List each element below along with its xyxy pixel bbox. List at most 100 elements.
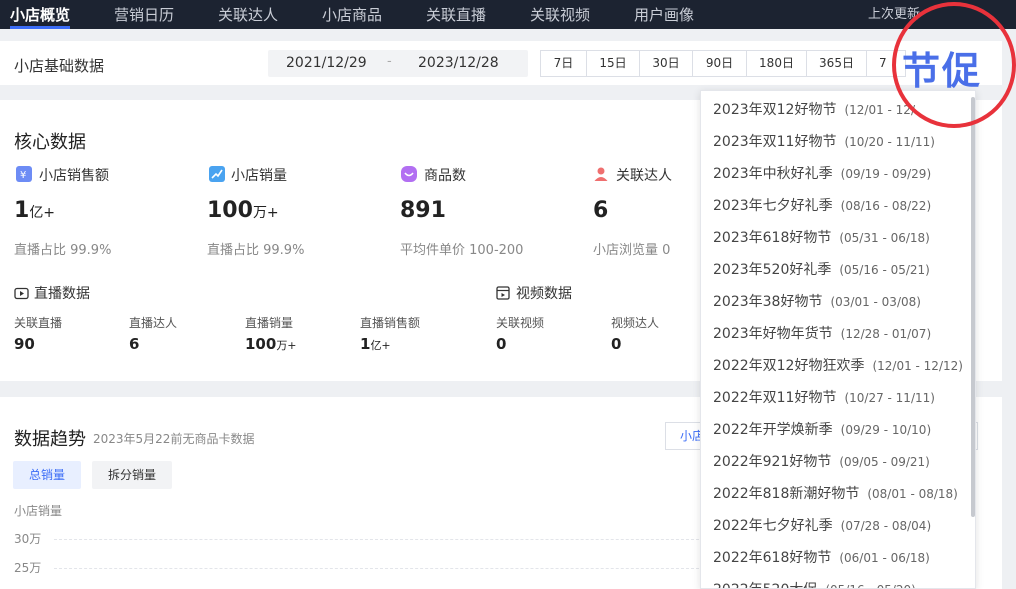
festival-name: 2023年七夕好礼季 — [713, 198, 833, 214]
sales-amount-label: 小店销售额 — [39, 168, 109, 184]
festival-dates: (09/05 - 09/21) — [839, 455, 930, 469]
festival-dates: (03/01 - 03/08) — [830, 295, 921, 309]
date-separator: - — [387, 54, 392, 69]
festival-name: 2022年双11好物节 — [713, 390, 837, 406]
festival-name: 2023年618好物节 — [713, 230, 832, 246]
festival-item[interactable]: 2022年七夕好礼季 (07/28 - 08/04) — [713, 515, 931, 539]
end-date[interactable]: 2023/12/28 — [418, 55, 499, 71]
festival-item[interactable]: 2022年818新潮好物节 (08/01 - 08/18) — [713, 483, 958, 507]
date-range-picker[interactable]: 2021/12/29 - 2023/12/28 — [268, 50, 528, 77]
product-count-label: 商品数 — [424, 168, 466, 184]
festival-name: 2022年双12好物狂欢季 — [713, 358, 865, 374]
tab-related-influencers[interactable]: 关联达人 — [218, 4, 278, 26]
top-nav: 小店概览 营销日历 关联达人 小店商品 关联直播 关联视频 用户画像 上次更新 — [0, 0, 1016, 29]
tab-related-live[interactable]: 关联直播 — [426, 4, 486, 26]
video-icon — [496, 285, 510, 300]
product-count-sub: 平均件单价 100-200 — [400, 243, 524, 258]
festival-name: 2023年中秋好礼季 — [713, 166, 833, 182]
festival-item[interactable]: 2023年双12好物节 (12/01 - 12/ — [713, 99, 915, 123]
total-volume-button[interactable]: 总销量 — [13, 461, 81, 489]
range-30d-button[interactable]: 30日 — [639, 50, 693, 77]
festival-dates: (08/01 - 08/18) — [867, 487, 958, 501]
sales-amount-value: 1亿+ — [14, 198, 56, 223]
festival-item[interactable]: 2023年38好物节 (03/01 - 03/08) — [713, 291, 921, 315]
sales-volume-sub: 直播占比 99.9% — [207, 243, 305, 258]
svg-text:¥: ¥ — [20, 170, 26, 181]
range-7d-button[interactable]: 7日 — [540, 50, 587, 77]
festival-name: 2022年开学焕新季 — [713, 422, 833, 438]
live-influencers-label: 直播达人 — [129, 316, 178, 330]
sales-volume-label: 小店销量 — [231, 168, 287, 184]
gridline — [54, 539, 704, 540]
festival-item[interactable]: 2023年520好礼季 (05/16 - 05/21) — [713, 259, 930, 283]
live-data-title: 直播数据 — [34, 286, 90, 302]
video-count-value: 0 — [496, 335, 507, 353]
festival-item[interactable]: 2023年618好物节 (05/31 - 06/18) — [713, 227, 930, 251]
video-data-title: 视频数据 — [516, 286, 572, 302]
range-90d-button[interactable]: 90日 — [692, 50, 747, 77]
tab-marketing-calendar[interactable]: 营销日历 — [114, 4, 174, 26]
festival-dates: (12/28 - 01/07) — [840, 327, 932, 341]
festival-name: 2022年七夕好礼季 — [713, 518, 833, 534]
festival-dates: (05/16 - 05/21) — [839, 263, 930, 277]
trend-title: 数据趋势 — [14, 429, 86, 450]
basic-data-bar: 小店基础数据 2021/12/29 - 2023/12/28 7日 15日 30… — [0, 41, 1002, 85]
tab-user-profile[interactable]: 用户画像 — [634, 4, 694, 26]
festival-dates: (09/29 - 10/10) — [840, 423, 932, 437]
festival-item[interactable]: 2022年921好物节 (09/05 - 09/21) — [713, 451, 930, 475]
festival-name: 2022年921好物节 — [713, 454, 832, 470]
festival-item[interactable]: 2022年618好物节 (06/01 - 06/18) — [713, 547, 930, 571]
related-influencers-value: 6 — [593, 198, 609, 223]
festival-item[interactable]: 2023年七夕好礼季 (08/16 - 08/22) — [713, 195, 931, 219]
festival-item[interactable]: 2023年中秋好礼季 (09/19 - 09/29) — [713, 163, 931, 187]
festival-item[interactable]: 2023年双11好物节 (10/20 - 11/11) — [713, 131, 935, 155]
range-365d-button[interactable]: 365日 — [806, 50, 867, 77]
festival-name: 2023年双11好物节 — [713, 134, 837, 150]
festival-item[interactable]: 2022年双12好物狂欢季 (12/01 - 12/12) — [713, 355, 963, 379]
festival-item[interactable]: 2022年开学焕新季 (09/29 - 10/10) — [713, 419, 931, 443]
festival-name: 2022年618好物节 — [713, 550, 832, 566]
y-axis-title: 小店销量 — [14, 504, 63, 518]
bag-icon — [401, 166, 417, 182]
tab-shop-products[interactable]: 小店商品 — [322, 4, 382, 26]
festival-dates: (07/28 - 08/04) — [840, 519, 932, 533]
core-data-title: 核心数据 — [14, 132, 86, 153]
festival-item[interactable]: 2022年520大促 (05/16 - 05/20) — [713, 579, 916, 588]
user-icon — [593, 166, 609, 182]
related-influencers-sub: 小店浏览量 0 — [593, 243, 671, 258]
live-volume-label: 直播销量 — [245, 316, 294, 330]
festival-name: 2023年38好物节 — [713, 294, 823, 310]
live-sales-label: 直播销售额 — [360, 316, 421, 330]
product-count-value: 891 — [400, 198, 446, 223]
video-count-label: 关联视频 — [496, 316, 545, 330]
video-influencers-label: 视频达人 — [611, 316, 660, 330]
festival-dates: (12/01 - 12/12) — [872, 359, 963, 373]
start-date[interactable]: 2021/12/29 — [286, 55, 367, 71]
range-15d-button[interactable]: 15日 — [586, 50, 640, 77]
festival-dates: (05/16 - 05/20) — [825, 583, 916, 588]
sales-amount-sub: 直播占比 99.9% — [14, 243, 112, 258]
live-sales-value: 1亿+ — [360, 335, 391, 353]
basic-data-title: 小店基础数据 — [14, 57, 105, 75]
video-camera-icon — [14, 285, 29, 300]
festival-dates: (08/16 - 08/22) — [840, 199, 932, 213]
festival-item[interactable]: 2023年好物年货节 (12/28 - 01/07) — [713, 323, 931, 347]
festival-item[interactable]: 2022年双11好物节 (10/27 - 11/11) — [713, 387, 935, 411]
live-count-label: 关联直播 — [14, 316, 63, 330]
tab-overview[interactable]: 小店概览 — [10, 4, 71, 29]
video-influencers-value: 0 — [611, 335, 622, 353]
dropdown-scrollbar[interactable] — [971, 97, 975, 517]
annotation-text: 节促 — [902, 49, 983, 93]
sales-volume-icon — [209, 166, 225, 182]
y-tick-25w: 25万 — [14, 561, 42, 575]
live-volume-value: 100万+ — [245, 335, 297, 353]
gridline — [54, 568, 704, 569]
festival-name: 2023年好物年货节 — [713, 326, 833, 342]
split-volume-button[interactable]: 拆分销量 — [92, 461, 172, 489]
live-influencers-value: 6 — [129, 335, 140, 353]
festival-dates: (09/19 - 09/29) — [840, 167, 932, 181]
tab-related-video[interactable]: 关联视频 — [530, 4, 590, 26]
festival-dates: (05/31 - 06/18) — [839, 231, 930, 245]
range-180d-button[interactable]: 180日 — [746, 50, 807, 77]
festival-dates: (12/01 - 12/ — [844, 103, 915, 117]
